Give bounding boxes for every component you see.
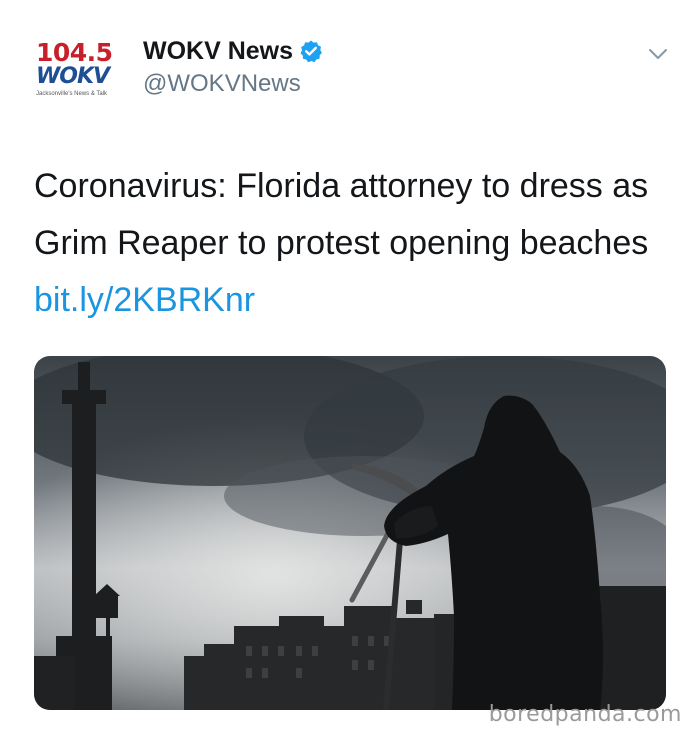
display-name[interactable]: WOKV News — [143, 37, 293, 66]
boredpanda-watermark: boredpanda.com — [488, 702, 682, 727]
tweet-card: 104.5 WOKV Jacksonville's News & Talk WO… — [0, 0, 700, 736]
user-info: WOKV News @WOKVNews — [143, 36, 323, 98]
tweet-link[interactable]: bit.ly/2KBRKnr — [34, 281, 255, 319]
grim-reaper-photo — [34, 356, 666, 710]
profile-avatar[interactable]: 104.5 WOKV Jacksonville's News & Talk — [36, 40, 124, 98]
avatar-station: WOKV — [36, 64, 110, 89]
avatar-tagline: Jacksonville's News & Talk — [36, 91, 108, 97]
tweet-body: Coronavirus: Florida attorney to dress a… — [34, 167, 649, 262]
user-handle[interactable]: @WOKVNews — [143, 70, 323, 98]
verified-badge-icon — [299, 39, 323, 63]
tweet-text: Coronavirus: Florida attorney to dress a… — [34, 158, 674, 329]
chevron-down-icon[interactable] — [646, 44, 670, 64]
avatar-frequency: 104.5 — [36, 38, 113, 67]
tweet-image[interactable] — [34, 356, 666, 710]
name-row: WOKV News — [143, 36, 323, 66]
